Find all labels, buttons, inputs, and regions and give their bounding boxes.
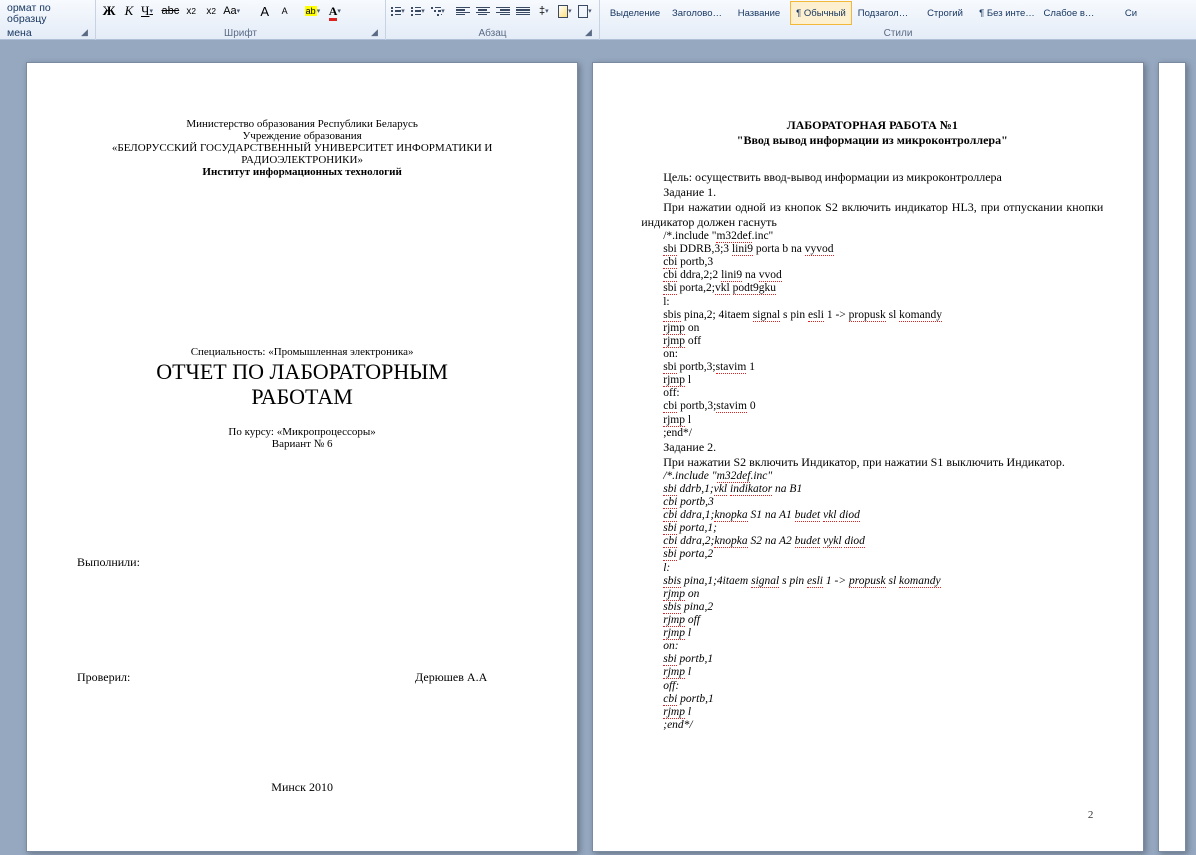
style-item-1[interactable]: Заголово… [666, 1, 728, 25]
bullets-button[interactable]: ▾ [390, 1, 408, 21]
document-area[interactable]: Министерство образования Республики Бела… [0, 40, 1196, 855]
page-3 [1158, 62, 1186, 852]
multilevel-list-button[interactable]: ▾ [430, 1, 448, 21]
style-item-0[interactable]: Выделение [604, 1, 666, 25]
p1-variant: Вариант № 6 [77, 438, 527, 450]
p1-checked-label: Проверил: [77, 670, 130, 685]
style-item-5[interactable]: Строгий [914, 1, 976, 25]
p1-city-year: Минск 2010 [77, 780, 527, 795]
page-1: Министерство образования Республики Бела… [26, 62, 578, 852]
p1-university1: «БЕЛОРУССКИЙ ГОСУДАРСТВЕННЫЙ УНИВЕРСИТЕТ… [77, 142, 527, 154]
subscript-button[interactable]: x2 [182, 1, 200, 21]
underline-button[interactable]: Ч▾ [140, 1, 158, 21]
align-left-button[interactable] [454, 1, 472, 21]
page-2: ЛАБОРАТОРНАЯ РАБОТА №1 "Ввод вывод инфор… [592, 62, 1144, 852]
shading-button[interactable]: ▾ [557, 1, 575, 21]
clipboard-dialog-launcher[interactable]: ◢ [81, 27, 93, 39]
font-group-label: Шрифт [96, 28, 385, 39]
numbering-button[interactable]: ▾ [410, 1, 428, 21]
p1-institution: Учреждение образования [77, 130, 527, 142]
p2-task1-label: Задание 1. [641, 185, 1103, 200]
undo-label: мена [4, 26, 91, 39]
p1-title1: ОТЧЕТ ПО ЛАБОРАТОРНЫМ [77, 360, 527, 383]
p2-goal: Цель: осуществить ввод-вывод информации … [641, 170, 1103, 185]
p2-subheading: "Ввод вывод информации из микроконтролле… [641, 133, 1103, 148]
style-item-4[interactable]: Подзагол… [852, 1, 914, 25]
p2-task1-text: При нажатии одной из кнопок S2 включить … [641, 200, 1103, 230]
ribbon: ормат по образцу мена ◢ Ж К Ч▾ abc x2 x2… [0, 0, 1196, 40]
paragraph-dialog-launcher[interactable]: ◢ [585, 27, 597, 39]
style-item-7[interactable]: Слабое в… [1038, 1, 1100, 25]
font-dialog-launcher[interactable]: ◢ [371, 27, 383, 39]
bold-button[interactable]: Ж [100, 1, 118, 21]
shrink-font-button[interactable]: A [276, 1, 294, 21]
p2-code2: /*.include "m32def.inc"sbi ddrb,1;vkl in… [663, 470, 1103, 732]
p1-title2: РАБОТАМ [77, 385, 527, 408]
font-color-button[interactable]: A▾ [328, 1, 347, 21]
borders-button[interactable]: ▾ [577, 1, 595, 21]
style-item-3[interactable]: ¶ Обычный [790, 1, 852, 25]
p1-checked-name: Дерюшев А.А [415, 670, 487, 685]
grow-font-button[interactable]: A [256, 1, 274, 21]
align-justify-button[interactable] [514, 1, 532, 21]
paragraph-group-label: Абзац [386, 28, 599, 39]
p2-task2-text: При нажатии S2 включить Индикатор, при н… [641, 455, 1103, 470]
style-item-6[interactable]: ¶ Без инте… [976, 1, 1038, 25]
highlight-button[interactable]: ab▾ [304, 1, 326, 21]
italic-button[interactable]: К [120, 1, 138, 21]
p1-executed: Выполнили: [77, 555, 527, 570]
change-case-button[interactable]: Aa▾ [222, 1, 245, 21]
p2-task2-label: Задание 2. [641, 440, 1103, 455]
font-group: Ж К Ч▾ abc x2 x2 Aa▾ A A ab▾ A▾ Шрифт ◢ [96, 0, 386, 40]
clipboard-group: ормат по образцу мена ◢ [0, 0, 96, 40]
styles-group-label: Стили [600, 28, 1196, 39]
styles-group: ВыделениеЗаголово…Название¶ ОбычныйПодза… [600, 0, 1196, 40]
paragraph-group: ▾ ▾ ▾ ‡▾ ▾ ▾ Абзац ◢ [386, 0, 600, 40]
p1-course: По курсу: «Микропроцессоры» [77, 426, 527, 438]
page-number: 2 [1088, 809, 1094, 821]
p1-university2: РАДИОЭЛЕКТРОНИКИ» [77, 154, 527, 166]
p1-ministry: Министерство образования Республики Бела… [77, 118, 527, 130]
superscript-button[interactable]: x2 [202, 1, 220, 21]
style-item-8[interactable]: Си [1100, 1, 1162, 25]
align-center-button[interactable] [474, 1, 492, 21]
format-painter-button[interactable]: ормат по образцу [4, 1, 91, 25]
p2-code1: /*.include "m32def.inc"sbi DDRB,3;3 lini… [663, 230, 1103, 440]
line-spacing-button[interactable]: ‡▾ [537, 1, 555, 21]
p1-specialty: Специальность: «Промышленная электроника… [77, 346, 527, 358]
strikethrough-button[interactable]: abc [160, 1, 180, 21]
align-right-button[interactable] [494, 1, 512, 21]
p1-institute: Институт информационных технологий [77, 166, 527, 178]
p2-heading: ЛАБОРАТОРНАЯ РАБОТА №1 [641, 118, 1103, 133]
style-item-2[interactable]: Название [728, 1, 790, 25]
